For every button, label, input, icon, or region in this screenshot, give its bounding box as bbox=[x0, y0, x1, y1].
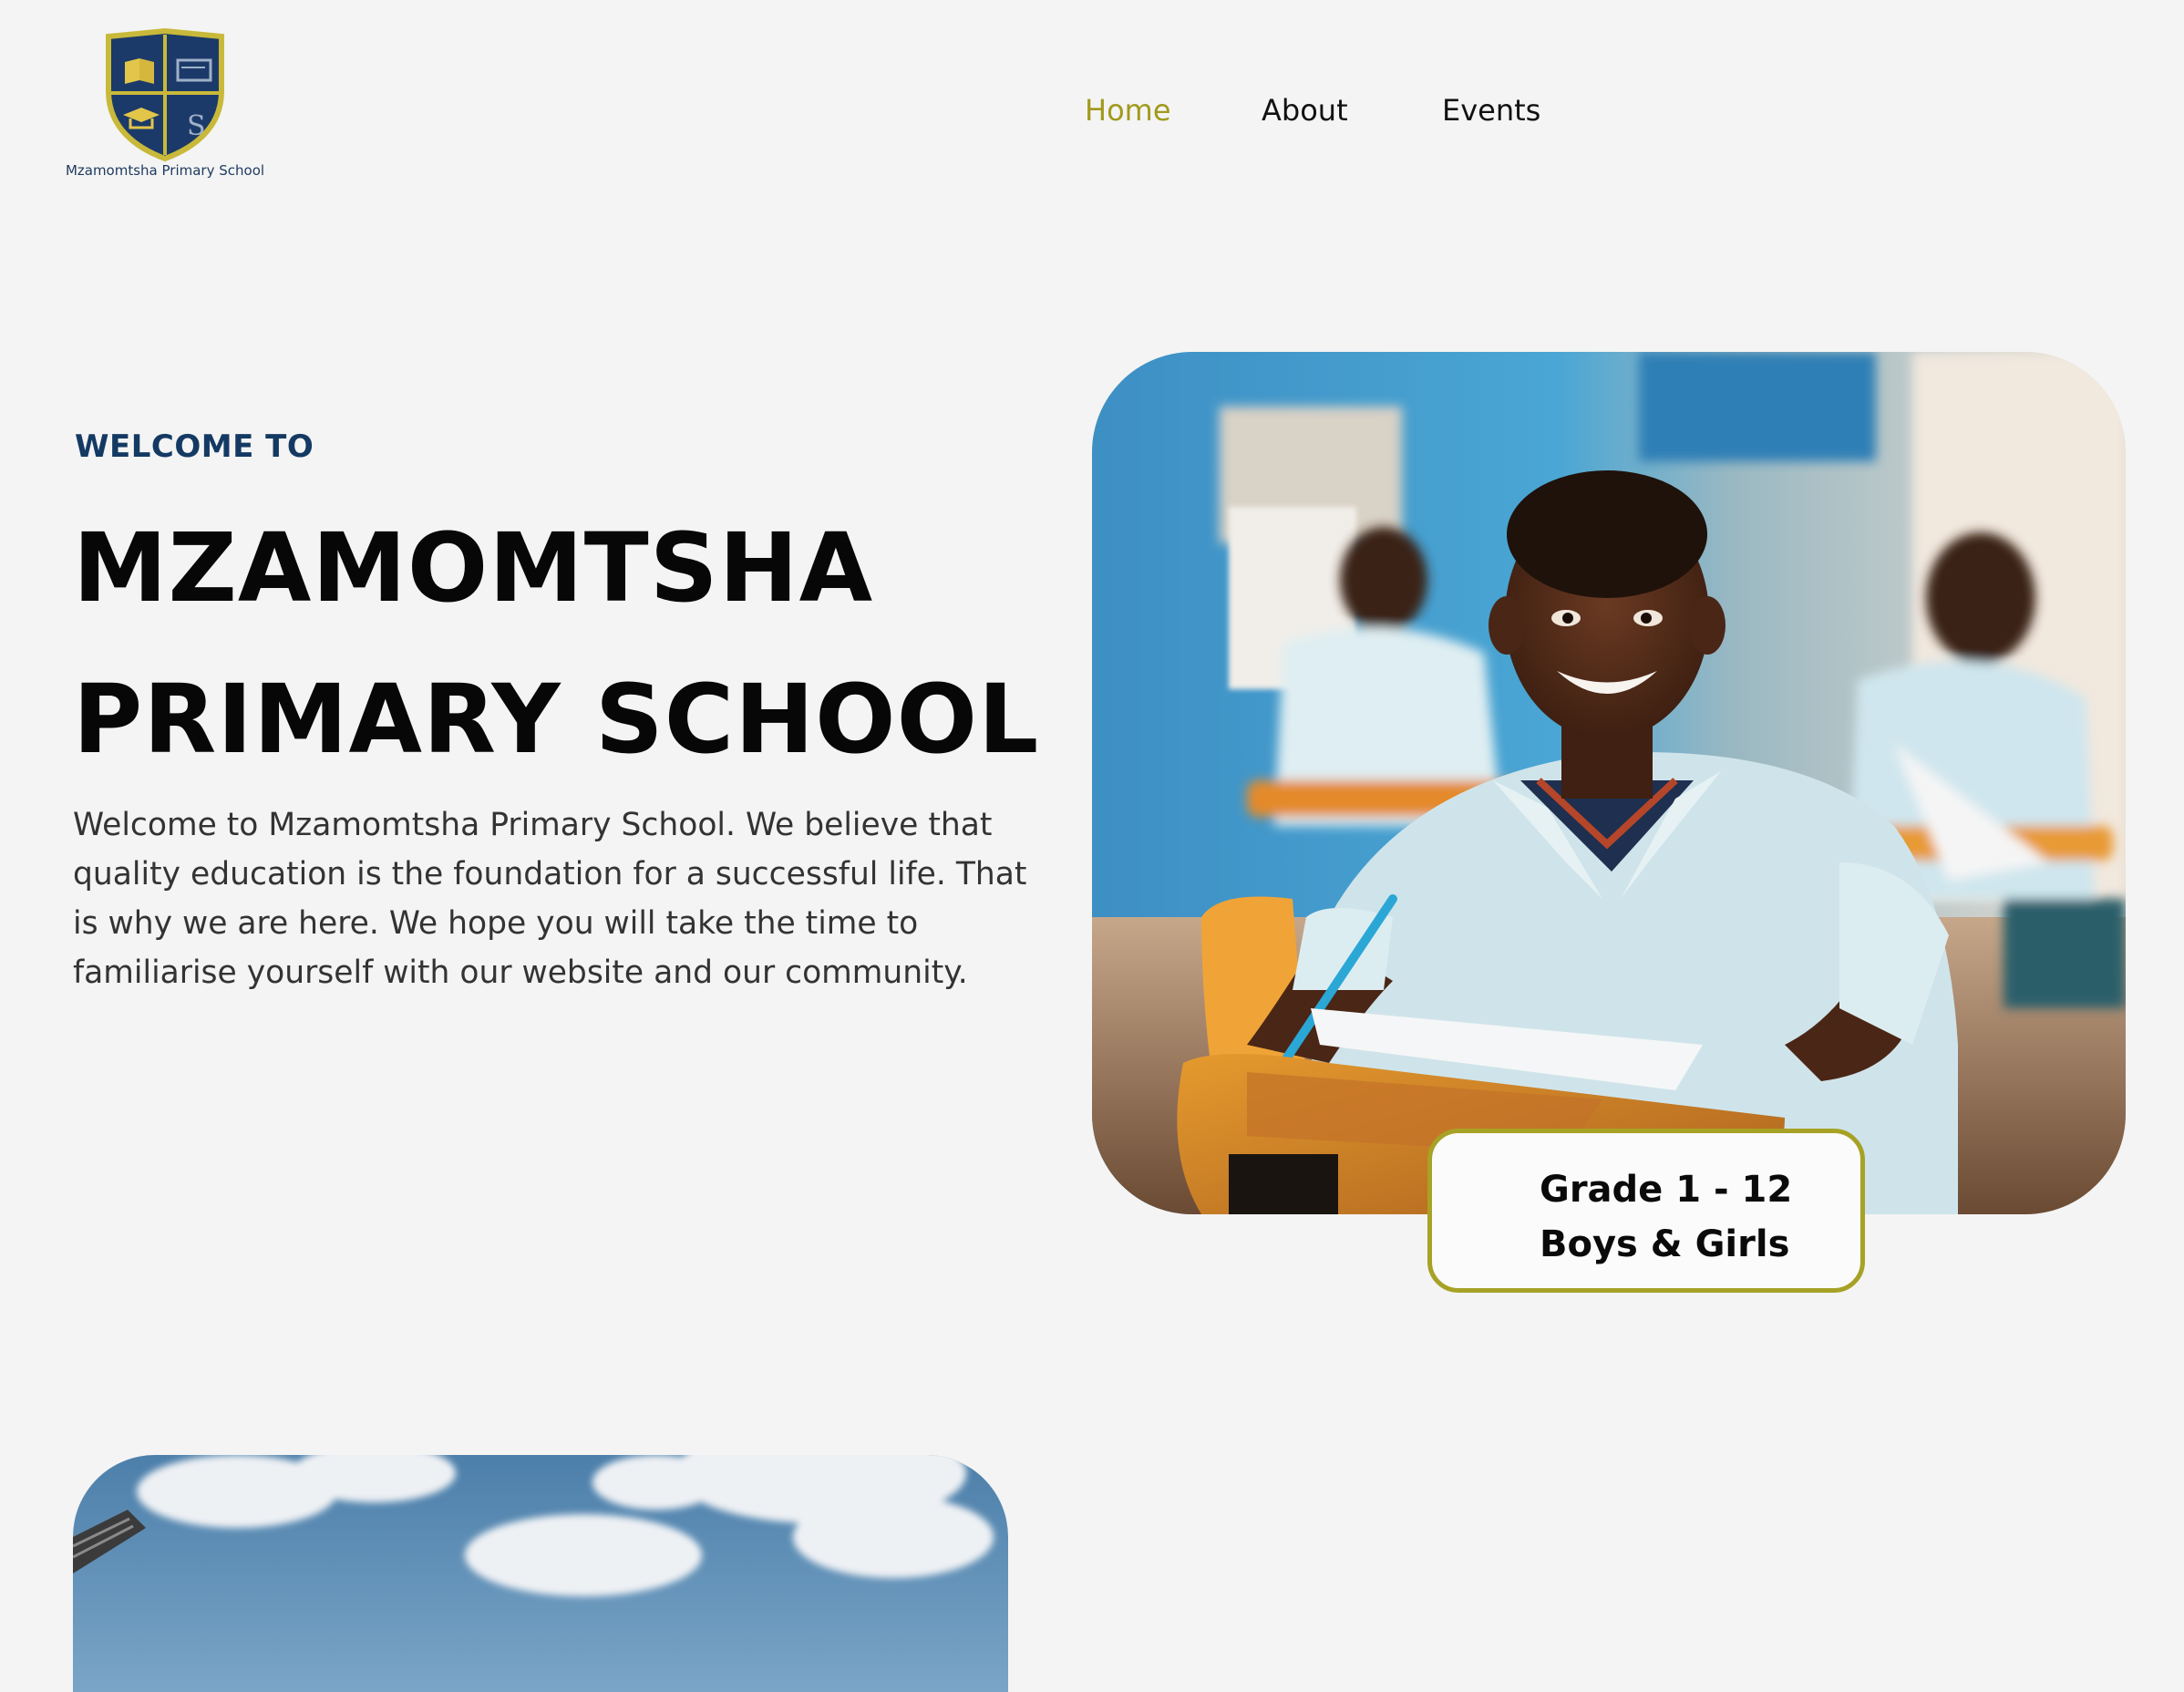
page-title-line-1: MZAMOMTSHA bbox=[73, 512, 874, 624]
student-photo-illustration bbox=[1092, 352, 2126, 1214]
nav-about-link[interactable]: About bbox=[1262, 88, 1348, 133]
page-title: MZAMOMTSHA PRIMARY SCHOOL bbox=[73, 492, 1076, 795]
hero-student-photo bbox=[1092, 352, 2126, 1214]
school-logo[interactable]: S Mzamomtsha Primary School bbox=[60, 26, 270, 185]
nav-home-link[interactable]: Home bbox=[1085, 88, 1171, 133]
welcome-description: Welcome to Mzamomtsha Primary School. We… bbox=[73, 807, 1027, 991]
svg-text:S: S bbox=[187, 110, 206, 142]
school-sky-photo bbox=[73, 1455, 1008, 1692]
badge-gender-text: Boys & Girls bbox=[1540, 1223, 1790, 1265]
sky-photo-illustration bbox=[73, 1455, 1008, 1692]
welcome-eyebrow: WELCOME TO bbox=[75, 428, 314, 465]
grade-info-badge: Grade 1 - 12 Boys & Girls bbox=[1427, 1129, 1865, 1293]
page-title-line-2: PRIMARY SCHOOL bbox=[73, 664, 1040, 775]
nav-events-link[interactable]: Events bbox=[1442, 88, 1540, 133]
logo-caption: Mzamomtsha Primary School bbox=[65, 162, 265, 179]
school-crest-icon: S bbox=[106, 27, 224, 162]
badge-grade-text: Grade 1 - 12 bbox=[1540, 1169, 1793, 1211]
